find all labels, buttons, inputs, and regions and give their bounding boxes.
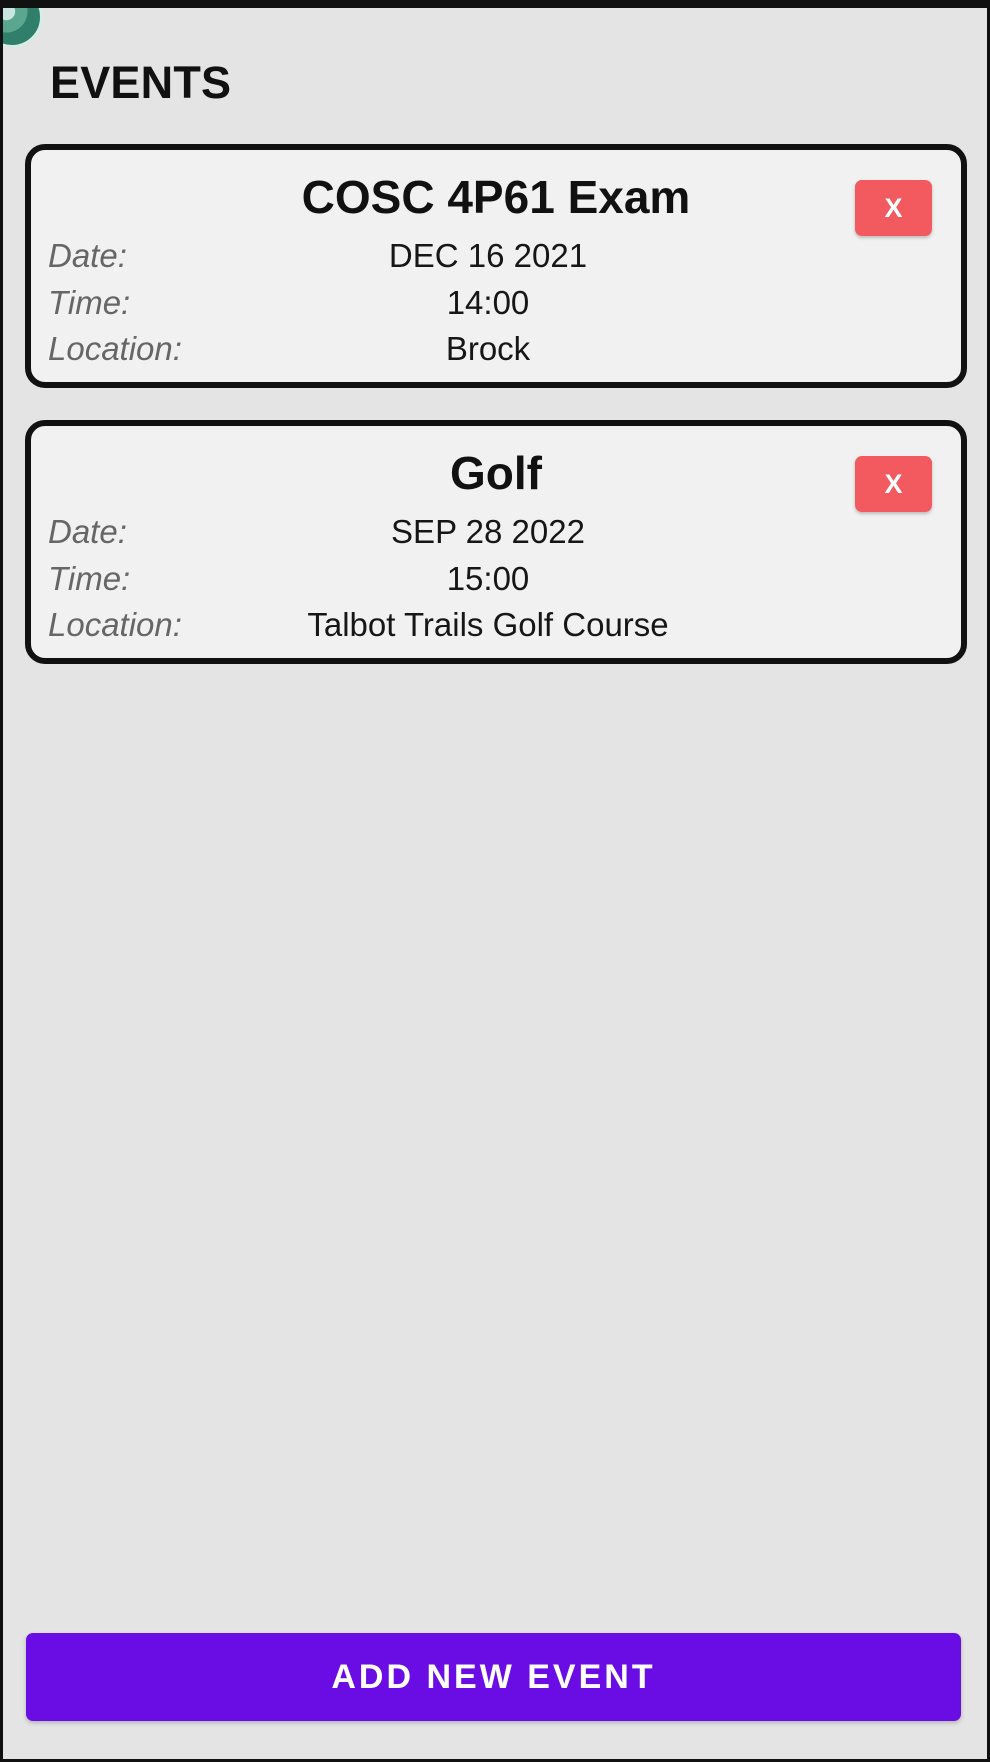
events-screen: EVENTS COSC 4P61 Exam X Date: DEC 16 202… <box>3 8 987 1759</box>
add-new-event-button[interactable]: ADD NEW EVENT <box>26 1633 961 1721</box>
date-value: DEC 16 2021 <box>388 237 588 274</box>
location-value: Brock <box>445 330 531 367</box>
event-card-cosc-4p61-exam: COSC 4P61 Exam X Date: DEC 16 2021 Time:… <box>25 144 967 388</box>
event-date-row: Date: SEP 28 2022 <box>48 511 928 553</box>
time-value: 14:00 <box>446 284 530 321</box>
event-time-row: Time: 14:00 <box>48 282 928 324</box>
event-location-row: Location: Talbot Trails Golf Course <box>48 604 928 646</box>
time-value: 15:00 <box>446 560 530 597</box>
page-title: EVENTS <box>50 57 232 108</box>
event-title: COSC 4P61 Exam <box>301 171 691 223</box>
event-time-row: Time: 15:00 <box>48 558 928 600</box>
event-card-golf: Golf X Date: SEP 28 2022 Time: 15:00 Loc… <box>25 420 967 664</box>
location-value: Talbot Trails Golf Course <box>307 606 669 643</box>
event-date-row: Date: DEC 16 2021 <box>48 235 928 277</box>
date-value: SEP 28 2022 <box>391 513 585 550</box>
event-title: Golf <box>450 447 542 499</box>
delete-event-button[interactable]: X <box>855 180 932 236</box>
avatar-icon[interactable] <box>3 8 43 48</box>
event-list: COSC 4P61 Exam X Date: DEC 16 2021 Time:… <box>25 144 967 696</box>
event-location-row: Location: Brock <box>48 328 928 370</box>
delete-event-button[interactable]: X <box>855 456 932 512</box>
